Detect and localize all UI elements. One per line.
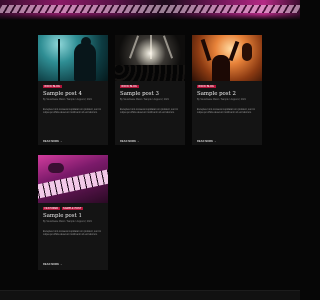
post-excerpt: Excepteur sint occaecat cupidatat non pr… — [43, 108, 102, 115]
post-tags: Rock Blog — [120, 85, 139, 89]
post-meta: By Soundwave Music / Sample / August 2, … — [120, 99, 169, 101]
post-thumbnail[interactable] — [192, 35, 262, 81]
post-meta: By Soundwave Music / Sample / August 2, … — [197, 99, 246, 101]
page: Rock Blog Sample post 4 By Soundwave Mus… — [0, 0, 300, 300]
post-tags: Rock Blog — [43, 85, 62, 89]
post-thumbnail[interactable] — [38, 35, 108, 81]
read-more-link[interactable]: Read more → — [120, 140, 140, 143]
post-excerpt: Excepteur sint occaecat cupidatat non pr… — [120, 108, 179, 115]
post-excerpt: Excepteur sint occaecat cupidatat non pr… — [43, 230, 102, 237]
read-more-link[interactable]: Read more → — [43, 140, 63, 143]
category-tag[interactable]: Rock Blog — [197, 85, 216, 89]
post-excerpt: Excepteur sint occaecat cupidatat non pr… — [197, 108, 256, 115]
post-title[interactable]: Sample post 4 — [43, 91, 105, 97]
post-card: Rock Blog Sample post 2 By Soundwave Mus… — [192, 35, 262, 145]
category-tag[interactable]: Sample post — [61, 207, 83, 211]
post-tags: Rock Blog — [197, 85, 216, 89]
post-card: Featured Sample post Sample post 1 By So… — [38, 155, 108, 270]
read-more-link[interactable]: Read more → — [43, 263, 63, 266]
post-meta: By Soundwave Music / Sample / August 2, … — [43, 99, 92, 101]
post-title[interactable]: Sample post 3 — [120, 91, 182, 97]
post-thumbnail[interactable] — [115, 35, 185, 81]
category-tag[interactable]: Rock Blog — [43, 85, 62, 89]
featured-tag[interactable]: Featured — [43, 207, 60, 211]
category-tag[interactable]: Rock Blog — [120, 85, 139, 89]
post-title[interactable]: Sample post 2 — [197, 91, 259, 97]
post-meta: By Soundwave Music / Sample / August 2, … — [43, 221, 92, 223]
post-title[interactable]: Sample post 1 — [43, 213, 105, 219]
post-thumbnail[interactable] — [38, 155, 108, 203]
post-tags: Featured Sample post — [43, 207, 83, 211]
hero-banner-image — [0, 0, 300, 20]
post-card: Rock Blog Sample post 3 By Soundwave Mus… — [115, 35, 185, 145]
post-card: Rock Blog Sample post 4 By Soundwave Mus… — [38, 35, 108, 145]
site-footer — [0, 290, 300, 300]
read-more-link[interactable]: Read more → — [197, 140, 217, 143]
